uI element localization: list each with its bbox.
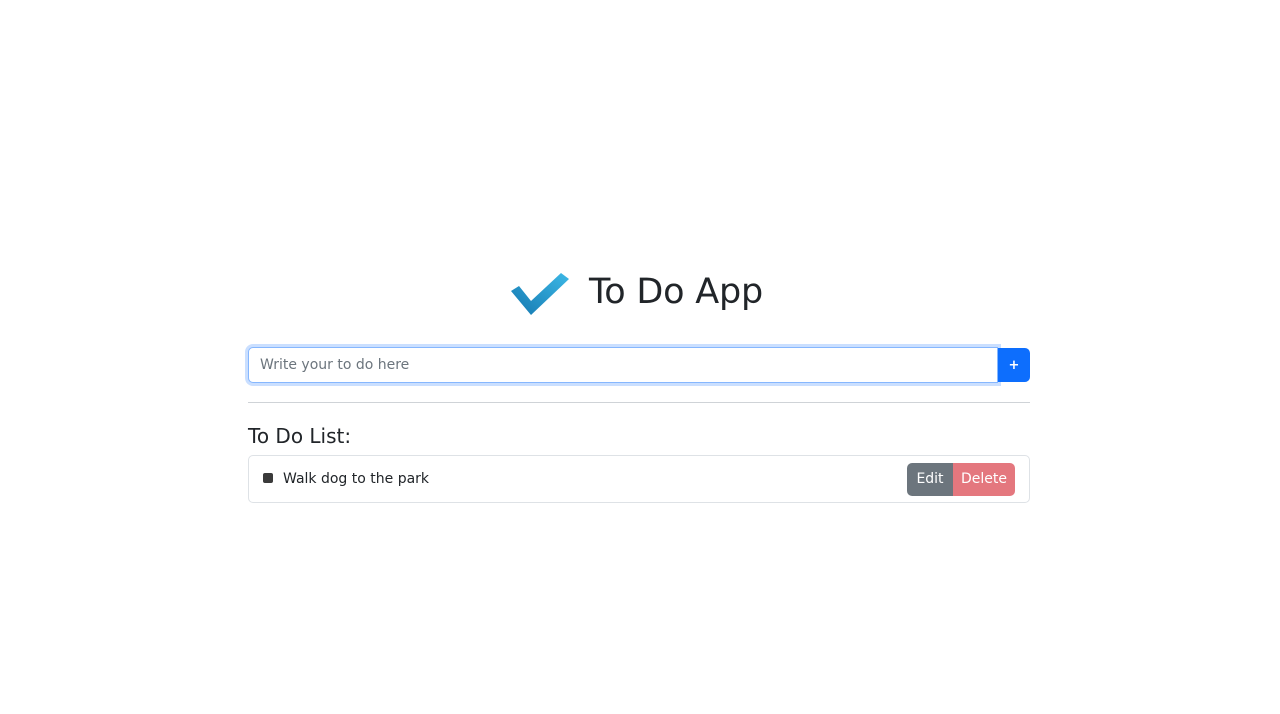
page-title: To Do App — [588, 272, 764, 312]
divider — [248, 402, 1030, 403]
todo-input[interactable] — [248, 347, 998, 383]
checkmark-icon — [510, 273, 569, 315]
delete-button[interactable]: Delete — [953, 462, 1015, 496]
app-header: To Do App — [248, 262, 1030, 322]
add-todo-form: + — [248, 347, 1030, 383]
edit-button[interactable]: Edit — [907, 462, 953, 496]
todo-checkbox[interactable] — [263, 473, 273, 483]
todo-list: Walk dog to the park Edit Delete — [248, 455, 1030, 503]
add-todo-button[interactable]: + — [998, 348, 1030, 382]
list-item: Walk dog to the park Edit Delete — [248, 455, 1030, 503]
todo-list-heading: To Do List: — [248, 424, 352, 448]
todo-text: Walk dog to the park — [283, 471, 430, 487]
